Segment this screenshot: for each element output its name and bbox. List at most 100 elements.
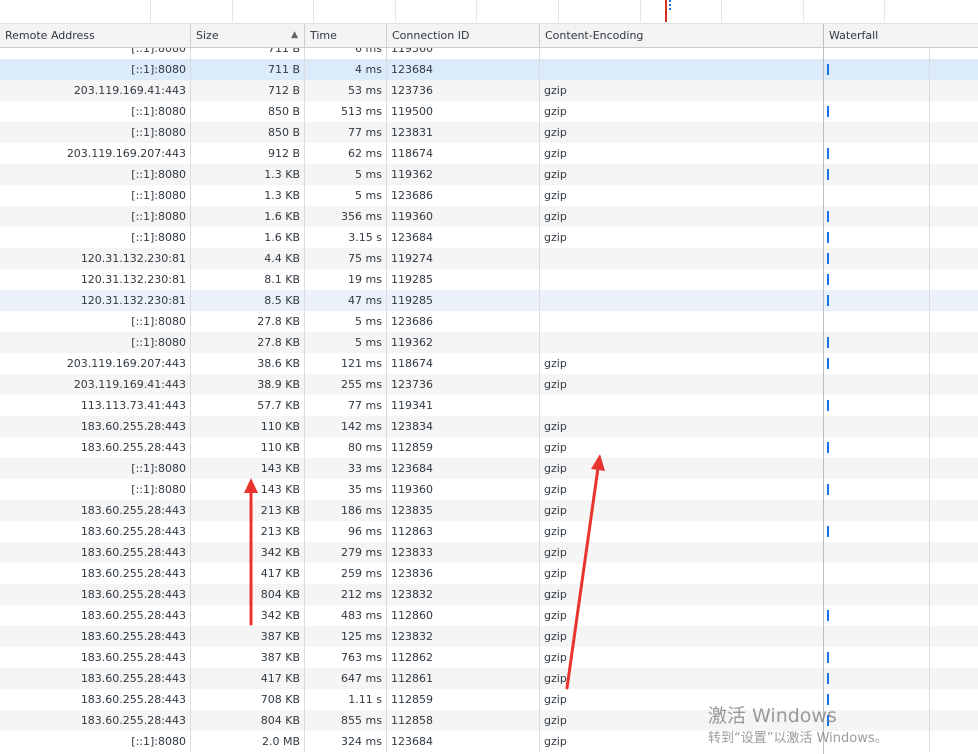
table-row[interactable]: 183.60.255.28:443 342 KB 483 ms 112860 gzip [0, 605, 978, 626]
cell-waterfall [824, 584, 930, 605]
cell-content-encoding [540, 290, 824, 311]
cell-connection-id: 119285 [387, 290, 540, 311]
cell-size: 417 KB [191, 668, 305, 689]
table-row[interactable]: [::1]:8080 27.8 KB 5 ms 119362 [0, 332, 978, 353]
table-row[interactable]: 203.119.169.207:443 912 B 62 ms 118674 gzip [0, 143, 978, 164]
cell-waterfall [824, 374, 930, 395]
table-row[interactable]: 183.60.255.28:443 342 KB 279 ms 123833 gzip [0, 542, 978, 563]
waterfall-bar [827, 358, 829, 369]
cell-waterfall [824, 248, 930, 269]
waterfall-bar [827, 253, 829, 264]
column-header-size[interactable]: Size ▲ [191, 24, 305, 47]
table-row[interactable]: 203.119.169.207:443 38.6 KB 121 ms 118674 gz… [0, 353, 978, 374]
cell-content-encoding: gzip [540, 479, 824, 500]
cell-time: 212 ms [305, 584, 387, 605]
load-event-marker [665, 0, 667, 22]
network-overview-timeline[interactable] [0, 0, 978, 24]
overview-grid-line [313, 0, 314, 22]
cell-time: 5 ms [305, 332, 387, 353]
cell-size: 342 KB [191, 542, 305, 563]
cell-remote-address: 183.60.255.28:443 [0, 710, 191, 731]
cell-connection-id: 123835 [387, 500, 540, 521]
table-row[interactable]: [::1]:8080 27.8 KB 5 ms 123686 [0, 311, 978, 332]
table-row[interactable]: 183.60.255.28:443 213 KB 96 ms 112863 gzip [0, 521, 978, 542]
table-row[interactable]: 183.60.255.28:443 387 KB 125 ms 123832 gzip [0, 626, 978, 647]
table-row[interactable]: 120.31.132.230:81 8.5 KB 47 ms 119285 [0, 290, 978, 311]
table-row[interactable]: 203.119.169.41:443 38.9 KB 255 ms 123736 gzi… [0, 374, 978, 395]
cell-connection-id: 112861 [387, 668, 540, 689]
cell-remote-address: 203.119.169.41:443 [0, 80, 191, 101]
column-header-remote-address[interactable]: Remote Address [0, 24, 191, 47]
table-row[interactable]: [::1]:8080 1.3 KB 5 ms 119362 gzip [0, 164, 978, 185]
table-row[interactable]: 183.60.255.28:443 417 KB 647 ms 112861 gzip [0, 668, 978, 689]
table-row[interactable]: 120.31.132.230:81 8.1 KB 19 ms 119285 [0, 269, 978, 290]
table-row[interactable]: 183.60.255.28:443 110 KB 142 ms 123834 gzip [0, 416, 978, 437]
cell-size: 38.9 KB [191, 374, 305, 395]
cell-remote-address: [::1]:8080 [0, 101, 191, 122]
table-row[interactable]: [::1]:8080 143 KB 33 ms 123684 gzip [0, 458, 978, 479]
cell-time: 6 ms [305, 48, 387, 59]
cell-waterfall [824, 80, 930, 101]
cell-waterfall [824, 353, 930, 374]
cell-content-encoding: gzip [540, 584, 824, 605]
cell-content-encoding [540, 48, 824, 59]
table-row[interactable]: [::1]:8080 1.6 KB 356 ms 119360 gzip [0, 206, 978, 227]
table-row[interactable]: 183.60.255.28:443 417 KB 259 ms 123836 gzip [0, 563, 978, 584]
network-request-list[interactable]: [::1]:8080 711 B 6 ms 119360 [::1]:8080 7… [0, 48, 978, 754]
cell-time: 62 ms [305, 143, 387, 164]
cell-waterfall [824, 500, 930, 521]
table-row[interactable]: 203.119.169.41:443 712 B 53 ms 123736 gzip [0, 80, 978, 101]
cell-time: 35 ms [305, 479, 387, 500]
cell-time: 19 ms [305, 269, 387, 290]
cell-waterfall [824, 563, 930, 584]
dom-content-marker [669, 0, 671, 10]
cell-size: 804 KB [191, 584, 305, 605]
column-header-content-encoding[interactable]: Content-Encoding [540, 24, 824, 47]
table-row[interactable]: 183.60.255.28:443 387 KB 763 ms 112862 gzip [0, 647, 978, 668]
cell-size: 4.4 KB [191, 248, 305, 269]
table-row[interactable]: [::1]:8080 1.3 KB 5 ms 123686 gzip [0, 185, 978, 206]
watermark-title: 激活 Windows [708, 705, 837, 727]
cell-content-encoding [540, 248, 824, 269]
cell-time: 647 ms [305, 668, 387, 689]
column-header-time[interactable]: Time [305, 24, 387, 47]
cell-connection-id: 112859 [387, 437, 540, 458]
cell-content-encoding: gzip [540, 353, 824, 374]
table-row[interactable]: 120.31.132.230:81 4.4 KB 75 ms 119274 [0, 248, 978, 269]
table-row[interactable]: 183.60.255.28:443 804 KB 212 ms 123832 gzip [0, 584, 978, 605]
table-row[interactable]: 183.60.255.28:443 213 KB 186 ms 123835 gzip [0, 500, 978, 521]
cell-connection-id: 123834 [387, 416, 540, 437]
cell-remote-address: 203.119.169.41:443 [0, 374, 191, 395]
table-row[interactable]: 113.113.73.41:443 57.7 KB 77 ms 119341 [0, 395, 978, 416]
cell-remote-address: [::1]:8080 [0, 48, 191, 59]
cell-connection-id: 112858 [387, 710, 540, 731]
cell-waterfall [824, 605, 930, 626]
cell-waterfall [824, 416, 930, 437]
column-header-connection-id[interactable]: Connection ID [387, 24, 540, 47]
table-row[interactable]: [::1]:8080 850 B 77 ms 123831 gzip [0, 122, 978, 143]
cell-remote-address: 203.119.169.207:443 [0, 143, 191, 164]
cell-waterfall [824, 185, 930, 206]
cell-time: 4 ms [305, 59, 387, 80]
waterfall-divider[interactable] [823, 24, 824, 754]
table-row[interactable]: [::1]:8080 711 B4 ms 123684 [0, 59, 978, 80]
cell-time: 356 ms [305, 206, 387, 227]
table-row-partial[interactable]: [::1]:8080 711 B 6 ms 119360 [0, 48, 978, 59]
cell-connection-id: 119274 [387, 248, 540, 269]
cell-time: 5 ms [305, 311, 387, 332]
cell-size: 1.3 KB [191, 185, 305, 206]
cell-time: 3.15 s [305, 227, 387, 248]
table-row[interactable]: 183.60.255.28:443 110 KB 80 ms 112859 gzip [0, 437, 978, 458]
cell-waterfall [824, 542, 930, 563]
table-row[interactable]: [::1]:8080 1.6 KB 3.15 s 123684 gzip [0, 227, 978, 248]
cell-time: 513 ms [305, 101, 387, 122]
cell-remote-address: 183.60.255.28:443 [0, 668, 191, 689]
cell-content-encoding: gzip [540, 416, 824, 437]
table-row[interactable]: [::1]:8080 850 B 513 ms 119500 gzip [0, 101, 978, 122]
overview-grid-line [640, 0, 641, 22]
waterfall-bar [827, 295, 829, 306]
column-header-waterfall[interactable]: Waterfall [824, 24, 978, 47]
cell-remote-address: 183.60.255.28:443 [0, 563, 191, 584]
cell-content-encoding: gzip [540, 80, 824, 101]
table-row[interactable]: [::1]:8080 143 KB 35 ms 119360 gzip [0, 479, 978, 500]
